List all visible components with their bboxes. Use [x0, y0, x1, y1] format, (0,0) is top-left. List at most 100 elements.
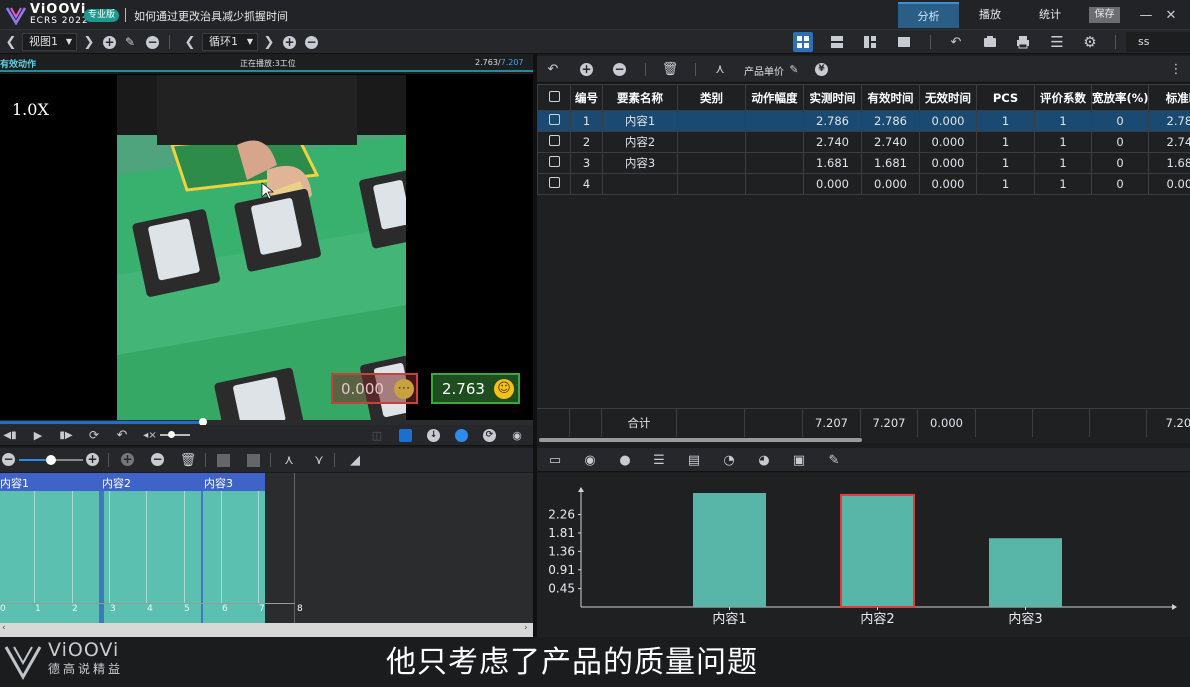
cell-amp[interactable] — [745, 173, 804, 195]
cell-invalid[interactable]: 0.000 — [919, 152, 977, 174]
camera-icon[interactable]: ◉ — [582, 452, 598, 468]
cell-amp[interactable] — [745, 110, 804, 132]
cell-allow[interactable]: 0 — [1091, 152, 1149, 174]
cell-valid[interactable]: 0.000 — [861, 173, 920, 195]
settings-gear-icon[interactable]: ⚙ — [1082, 33, 1098, 51]
capture-doc-icon[interactable] — [399, 429, 412, 442]
cell-allow[interactable]: 0 — [1091, 110, 1149, 132]
play-icon[interactable]: ▶ — [31, 428, 45, 442]
cell-coef[interactable]: 1 — [1034, 152, 1092, 174]
cell-coef[interactable]: 1 — [1034, 173, 1092, 195]
segment-label-3[interactable]: 内容3 — [204, 475, 233, 491]
row-checkbox[interactable] — [548, 135, 560, 146]
close-icon[interactable]: ✕ — [1164, 8, 1178, 23]
col-header-valid[interactable]: 有效时间 — [861, 84, 920, 111]
loop-icon[interactable]: ⟳ — [87, 428, 101, 442]
cell-pcs[interactable]: 1 — [976, 110, 1035, 132]
col-header-invalid[interactable]: 无效时间 — [919, 84, 977, 111]
col-header-name[interactable]: 要素名称 — [602, 84, 678, 111]
video-icon[interactable] — [982, 34, 998, 50]
zoom-icon[interactable] — [455, 429, 468, 442]
cell-cat[interactable] — [677, 131, 746, 153]
cell-invalid[interactable]: 0.000 — [919, 110, 977, 132]
col-header-allowance[interactable]: 宽放率(%) — [1091, 84, 1149, 111]
row-select-cell[interactable] — [537, 131, 571, 153]
timeline-scrollbar[interactable]: ‹ › — [0, 623, 533, 637]
scroll-left-icon[interactable]: ‹ — [2, 623, 6, 633]
delete-trash-icon[interactable]: 🗑 — [180, 452, 197, 468]
edit-view-icon[interactable]: ✎ — [123, 34, 137, 50]
cell-amp[interactable] — [745, 152, 804, 174]
cell-no[interactable]: 4 — [570, 173, 603, 195]
cell-cat[interactable] — [677, 152, 746, 174]
collapse-icon[interactable] — [217, 454, 230, 467]
cell-pcs[interactable]: 1 — [976, 152, 1035, 174]
col-header-no[interactable]: 编号 — [570, 84, 603, 111]
add-segment-icon[interactable]: + — [121, 453, 134, 466]
export-image-icon[interactable]: ▣ — [791, 452, 807, 468]
save-button[interactable]: 保存 — [1089, 7, 1120, 23]
print-icon[interactable] — [1015, 34, 1031, 50]
cell-cat[interactable] — [677, 110, 746, 132]
cell-name[interactable]: 内容1 — [602, 110, 678, 132]
cell-amp[interactable] — [745, 131, 804, 153]
cell-valid[interactable]: 1.681 — [861, 152, 920, 174]
row-checkbox[interactable] — [548, 114, 560, 125]
cell-measured[interactable]: 2.740 — [803, 131, 862, 153]
row-select-cell[interactable] — [537, 173, 571, 195]
rewind-icon[interactable]: ↶ — [115, 428, 129, 443]
currency-yen-icon[interactable]: ¥ — [815, 63, 828, 76]
row-checkbox[interactable] — [548, 177, 560, 188]
zoom-in-icon[interactable]: + — [86, 453, 99, 466]
add-loop-icon[interactable]: + — [283, 36, 296, 49]
mirror-icon[interactable]: ◢ — [347, 452, 363, 468]
col-header-coefficient[interactable]: 评价系数 — [1034, 84, 1092, 111]
cell-name[interactable] — [602, 173, 678, 195]
segment-label-2[interactable]: 内容2 — [102, 475, 131, 491]
select-all-cell[interactable] — [537, 84, 571, 111]
cell-std[interactable]: 0.000 — [1148, 173, 1190, 195]
download-icon[interactable]: ↓ — [427, 429, 440, 442]
split-icon[interactable] — [247, 454, 260, 467]
cell-invalid[interactable]: 0.000 — [919, 173, 977, 195]
cell-std[interactable]: 2.786 — [1148, 110, 1190, 132]
step-back-icon[interactable]: ◀▮ — [3, 428, 17, 442]
view-select[interactable]: 视图1 ▼ — [22, 33, 77, 51]
cell-pcs[interactable]: 1 — [976, 173, 1035, 195]
menu-icon[interactable]: ☰ — [1049, 33, 1065, 51]
layout-split-icon[interactable] — [862, 34, 878, 50]
prev-view-icon[interactable]: ❮ — [4, 34, 18, 50]
tab-analysis[interactable]: 分析 — [898, 2, 959, 28]
cell-cat[interactable] — [677, 173, 746, 195]
table-row[interactable]: 1内容12.7862.7860.0001102.786 — [537, 110, 1190, 132]
cell-no[interactable]: 3 — [570, 152, 603, 174]
equalizer-icon[interactable]: ☰ — [651, 452, 667, 468]
pie-chart-icon[interactable]: ◔ — [721, 452, 737, 468]
col-header-category[interactable]: 类别 — [677, 84, 746, 111]
cell-coef[interactable]: 1 — [1034, 131, 1092, 153]
next-loop-icon[interactable]: ❯ — [262, 34, 276, 50]
row-checkbox[interactable] — [548, 156, 560, 167]
cell-no[interactable]: 1 — [570, 110, 603, 132]
edit-chart-icon[interactable]: ✎ — [826, 452, 842, 468]
more-options-icon[interactable]: ⋮ — [1170, 62, 1183, 77]
cell-std[interactable]: 2.740 — [1148, 131, 1190, 153]
cell-pcs[interactable]: 1 — [976, 131, 1035, 153]
layout-two-rows-icon[interactable] — [829, 34, 845, 50]
refresh-icon[interactable]: ⟳ — [483, 429, 496, 442]
user-field[interactable]: ss — [1126, 32, 1190, 52]
zoom-out-icon[interactable]: − — [2, 453, 15, 466]
tab-play[interactable]: 播放 — [960, 2, 1020, 28]
cell-allow[interactable]: 0 — [1091, 131, 1149, 153]
cell-name[interactable]: 内容2 — [602, 131, 678, 153]
video-player[interactable]: 1.0X 0.000 ⋯ 2.763 ☺ — [0, 74, 533, 420]
table-hscrollbar[interactable] — [537, 437, 1190, 443]
add-row-icon[interactable]: + — [580, 63, 593, 76]
cell-invalid[interactable]: 0.000 — [919, 131, 977, 153]
branch-icon[interactable]: ⋎ — [311, 452, 327, 468]
person-icon[interactable]: ⋏ — [713, 62, 727, 77]
cell-no[interactable]: 2 — [570, 131, 603, 153]
row-select-cell[interactable] — [537, 152, 571, 174]
table-hscroll-thumb[interactable] — [539, 438, 862, 442]
cell-measured[interactable]: 1.681 — [803, 152, 862, 174]
